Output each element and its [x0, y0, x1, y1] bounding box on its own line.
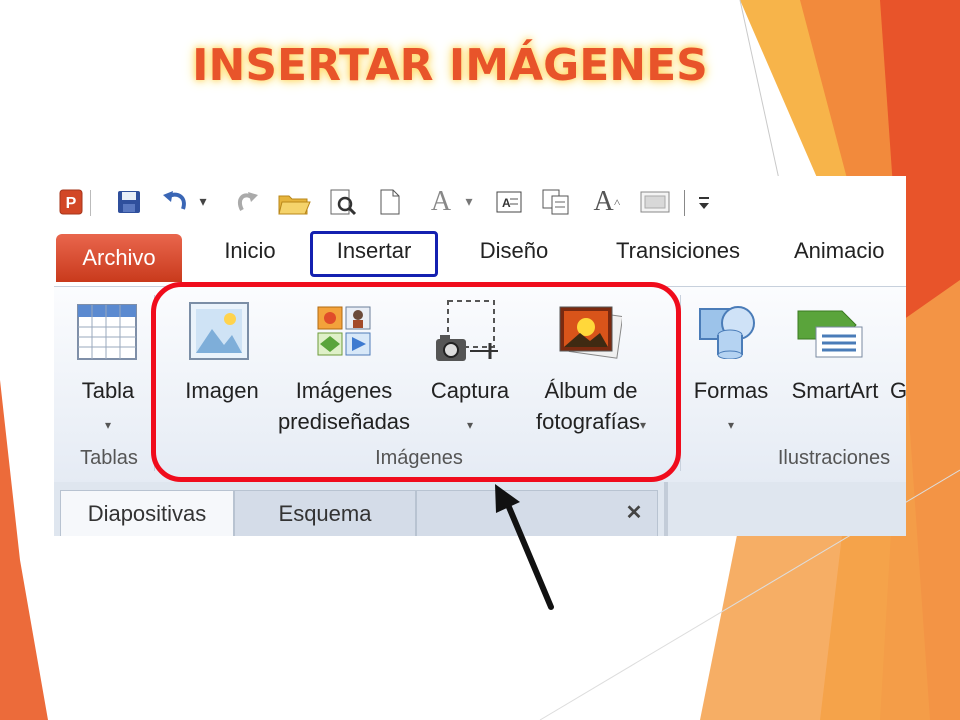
open-folder-icon[interactable]	[276, 188, 312, 216]
redo-icon[interactable]	[232, 188, 262, 216]
svg-text:A: A	[502, 196, 511, 210]
close-pane-icon[interactable]: ✕	[614, 490, 654, 536]
font-a-icon[interactable]: A	[426, 186, 456, 217]
tab-diapositivas[interactable]: Diapositivas	[60, 490, 234, 536]
insertar-tab-highlight-box	[310, 231, 438, 277]
text-box-icon[interactable]: A	[494, 188, 524, 216]
toolbar-separator	[684, 190, 685, 216]
save-icon[interactable]	[114, 188, 144, 216]
pane-splitter[interactable]	[664, 482, 668, 536]
gallery-icon[interactable]	[638, 188, 672, 216]
shapes-icon	[696, 303, 762, 363]
customize-qat-icon[interactable]	[694, 188, 714, 216]
formas-label: Formas	[693, 378, 769, 403]
smartart-button[interactable]: SmartArt	[780, 375, 890, 406]
table-icon	[76, 303, 138, 365]
new-document-icon[interactable]	[376, 188, 404, 216]
toolbar-separator	[90, 190, 91, 216]
tab-animaciones[interactable]: Animacio	[794, 228, 906, 274]
tab-inicio[interactable]: Inicio	[202, 228, 298, 274]
svg-text:P: P	[66, 195, 77, 212]
dropdown-arrow-icon[interactable]: ▾	[462, 188, 476, 216]
font-grow-icon[interactable]: A ˄	[590, 186, 624, 217]
tab-diseno[interactable]: Diseño	[454, 228, 574, 274]
powerpoint-ribbon-screenshot: P ▾ A ▾ A A ˄ Archivo Inicio Insertar Di…	[54, 176, 906, 536]
tab-esquema[interactable]: Esquema	[234, 490, 416, 536]
powerpoint-logo-icon: P	[58, 188, 84, 216]
dropdown-arrow-icon: ▾	[727, 418, 735, 432]
quick-access-toolbar: P ▾ A ▾ A A ˄	[54, 176, 906, 228]
slide-title: INSERTAR IMÁGENES	[192, 40, 708, 91]
copy-icon[interactable]	[540, 188, 572, 216]
formas-button[interactable]: Formas ▾	[684, 375, 778, 441]
tab-transiciones[interactable]: Transiciones	[594, 228, 762, 274]
smartart-icon	[794, 307, 864, 363]
imagenes-group-highlight	[151, 282, 681, 482]
ribbon-tabs: Archivo Inicio Insertar Diseño Transicio…	[54, 228, 906, 286]
bg-shape-left	[0, 380, 48, 720]
group-label-tablas: Tablas	[80, 447, 138, 469]
dropdown-arrow-icon: ▾	[104, 418, 112, 432]
slides-outline-pane: Diapositivas Esquema ✕	[54, 482, 906, 536]
grafico-button-clipped[interactable]: G	[890, 375, 906, 406]
tabla-button[interactable]: Tabla ▾	[68, 375, 148, 441]
group-label-ilustraciones: Ilustraciones	[777, 447, 891, 469]
undo-icon[interactable]	[160, 188, 190, 216]
dropdown-arrow-icon[interactable]: ▾	[196, 188, 210, 216]
print-preview-icon[interactable]	[326, 188, 358, 216]
tab-archivo[interactable]: Archivo	[56, 234, 182, 282]
tabla-label: Tabla	[81, 378, 135, 403]
